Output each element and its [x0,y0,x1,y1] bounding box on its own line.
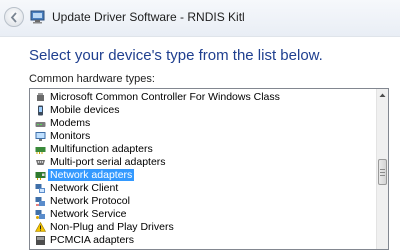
serial-port-icon [36,160,45,165]
window-title: Update Driver Software - RNDIS Kitl [52,10,245,24]
hardware-type-item[interactable]: Mobile devices [33,104,376,117]
hardware-type-item[interactable]: Microsoft Common Controller For Windows … [33,91,376,104]
hardware-type-item[interactable]: Non-Plug and Play Drivers [33,221,376,234]
hardware-type-label: Network Service [50,208,127,220]
monitor-icon [35,132,46,141]
scroll-up-arrow-icon[interactable] [377,89,388,101]
hardware-types-label: Common hardware types: [29,73,155,85]
hardware-type-label: PCMCIA adapters [50,234,135,246]
hardware-type-label: Network Client [50,182,119,194]
usb-controller-icon [37,93,44,101]
pcmcia-adapter-icon [36,236,45,245]
hardware-type-item[interactable]: Modems [33,117,376,130]
hardware-type-label: Mobile devices [50,104,120,116]
hardware-types-items: Microsoft Common Controller For Windows … [30,89,376,247]
hardware-type-item[interactable]: PCMCIA adapters [33,234,376,247]
update-driver-window: Update Driver Software - RNDIS Kitl Sele… [0,0,400,250]
device-manager-icon [30,10,45,24]
hardware-type-label: Network adapters [48,169,135,181]
hardware-type-label: Multi-port serial adapters [50,156,166,168]
title-bar: Update Driver Software - RNDIS Kitl [0,0,400,37]
hardware-type-item[interactable]: Monitors [33,130,376,143]
network-client-icon [35,184,45,193]
hardware-type-label: Microsoft Common Controller For Windows … [50,91,280,103]
hardware-type-item[interactable]: Network Service [33,208,376,221]
hardware-type-item[interactable]: Multi-port serial adapters [33,156,376,169]
hardware-type-item[interactable]: Network Protocol [33,195,376,208]
modem-icon [35,122,46,127]
mobile-device-icon [38,105,43,116]
network-adapter-icon [35,172,46,180]
network-protocol-icon [35,197,45,206]
hardware-type-label: Monitors [50,130,91,142]
hardware-type-label: Modems [50,117,91,129]
page-heading: Select your device's type from the list … [29,47,323,64]
hardware-type-item[interactable]: Network Client [33,182,376,195]
list-scrollbar[interactable] [376,89,388,249]
scroll-thumb[interactable] [378,159,387,185]
hardware-types-list[interactable]: Microsoft Common Controller For Windows … [29,88,389,250]
multifunction-adapter-icon [35,147,46,154]
non-pnp-driver-icon [35,222,46,232]
back-button[interactable] [4,7,24,27]
back-arrow-icon [10,12,17,23]
hardware-type-item[interactable]: Network adapters [33,169,376,182]
hardware-type-label: Non-Plug and Play Drivers [50,221,174,233]
hardware-type-item[interactable]: Multifunction adapters [33,143,376,156]
hardware-type-label: Network Protocol [50,195,130,207]
hardware-type-label: Multifunction adapters [50,143,153,155]
network-service-icon [35,210,45,219]
